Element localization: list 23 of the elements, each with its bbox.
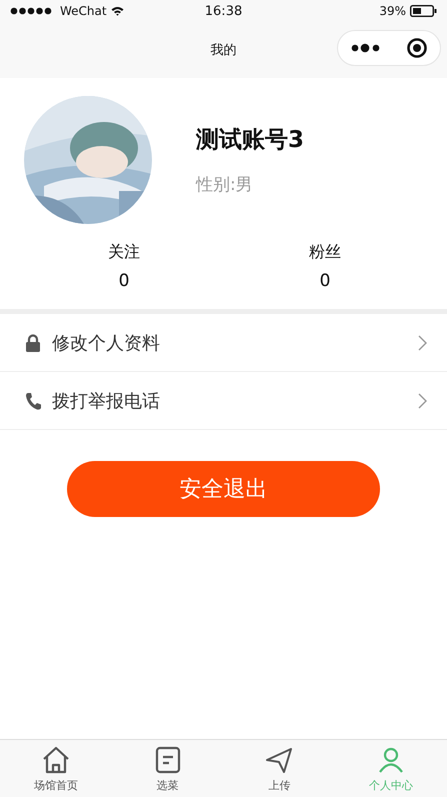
battery-percent: 39%: [379, 4, 406, 18]
page-title: 我的: [210, 42, 236, 59]
tab-item[interactable]: 上传: [224, 740, 336, 797]
stat-label: 粉丝: [309, 242, 341, 263]
more-icon[interactable]: [350, 43, 380, 53]
menu-item[interactable]: 修改个人资料: [0, 314, 447, 372]
stat-label: 关注: [108, 242, 140, 263]
tab-item[interactable]: 场馆首页: [0, 740, 112, 797]
stat-count: 0: [320, 271, 330, 291]
gender-label: 性别:男: [196, 174, 254, 196]
wifi-icon: [110, 6, 124, 16]
chevron-right-icon: [418, 334, 427, 350]
tab-item[interactable]: 选菜: [112, 740, 224, 797]
stat-count: 0: [118, 271, 130, 291]
home-icon: [40, 744, 71, 774]
menu-item[interactable]: 拨打举报电话: [0, 372, 447, 430]
clock-time: 16:38: [204, 4, 242, 18]
carrier-name: WeChat: [60, 4, 107, 18]
battery-icon: [410, 5, 437, 17]
phone-icon: [25, 392, 41, 410]
lock-icon: [25, 334, 41, 352]
chevron-right-icon: [418, 392, 427, 408]
user-name: 测试账号3: [196, 126, 304, 155]
